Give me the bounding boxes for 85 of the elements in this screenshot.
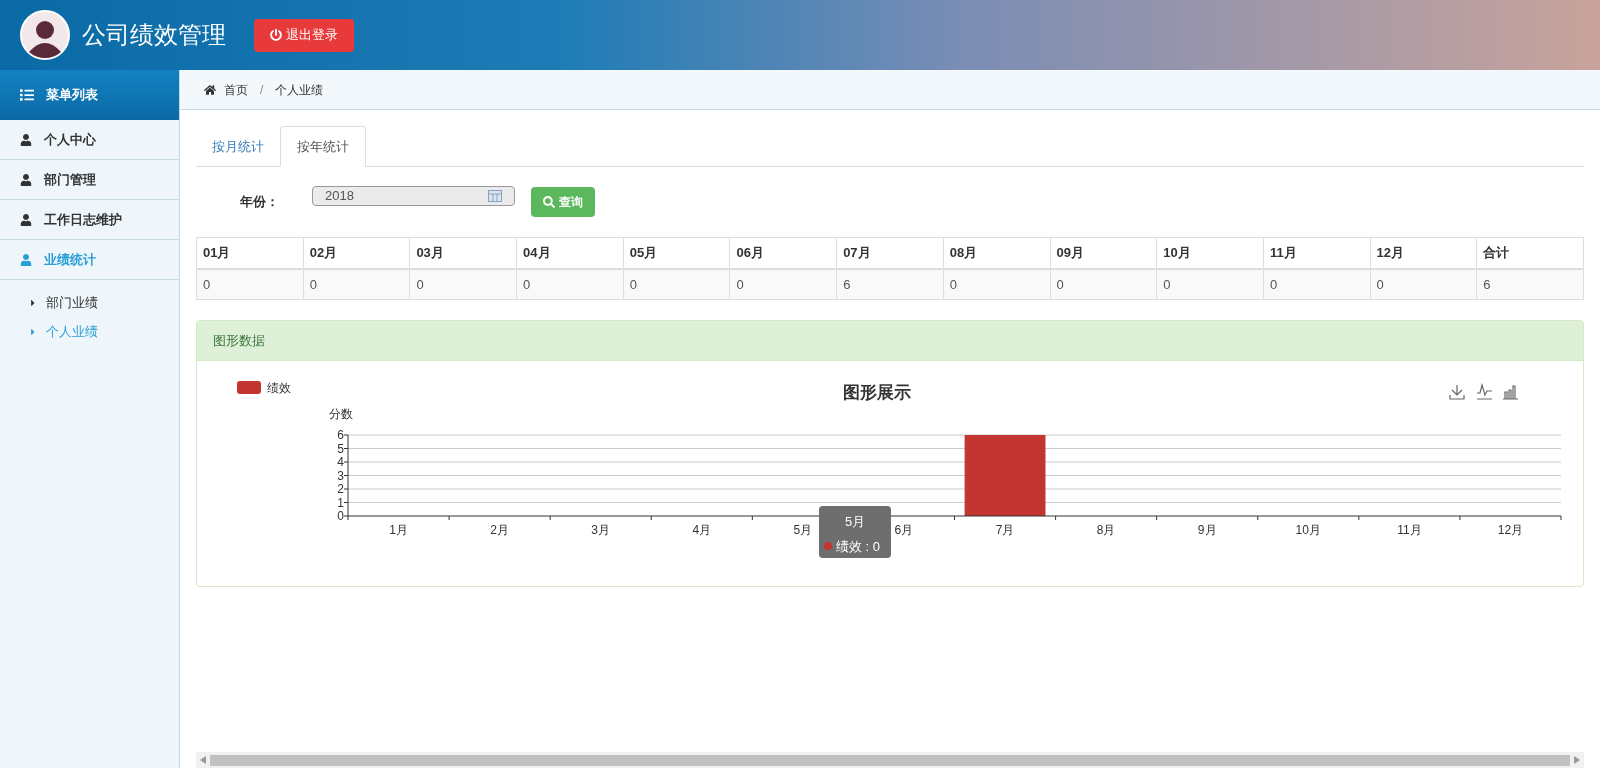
scrollbar-thumb[interactable] (210, 754, 1570, 766)
sidebar-item[interactable]: 工作日志维护 (0, 200, 179, 240)
column-header: 01月 (196, 237, 304, 269)
scroll-right-icon[interactable] (1574, 756, 1580, 764)
sidebar-subitem[interactable]: 部门业绩 (0, 288, 179, 317)
table-cell: 0 (1263, 268, 1371, 300)
table-cell: 0 (943, 268, 1050, 300)
column-header: 12月 (1370, 237, 1477, 269)
table-cell: 0 (1156, 268, 1264, 300)
breadcrumb-link[interactable]: 个人业绩 (275, 80, 324, 99)
list-icon (20, 88, 34, 102)
column-header: 05月 (623, 237, 730, 269)
tooltip-text: 绩效 : 0 (836, 539, 881, 554)
y-tick-label: 0 (337, 509, 344, 523)
legend-label: 绩效 (267, 381, 291, 395)
x-tick-label: 7月 (995, 523, 1015, 537)
column-header: 10月 (1156, 237, 1264, 269)
x-tick-label: 6月 (894, 523, 914, 537)
x-tick-label: 8月 (1096, 523, 1116, 537)
tooltip-background (819, 506, 891, 558)
bar-chart-icon[interactable] (1502, 385, 1519, 400)
search-icon (543, 196, 555, 208)
download-icon[interactable] (1449, 384, 1465, 400)
app-title: 公司绩效管理 (82, 20, 226, 50)
user-icon (20, 253, 32, 266)
user-icon (20, 213, 32, 226)
chart-title: 图形展示 (843, 383, 911, 402)
power-icon (270, 29, 282, 41)
column-header: 03月 (409, 237, 517, 269)
table-cell: 6 (836, 268, 944, 300)
table-cell: 0 (1050, 268, 1157, 300)
chart-legend[interactable]: 绩效 (237, 381, 291, 395)
user-icon (20, 133, 32, 146)
scroll-left-icon[interactable] (200, 756, 206, 764)
sidebar-item[interactable]: 个人中心 (0, 120, 179, 160)
breadcrumb-link[interactable]: 首页 (224, 80, 248, 99)
column-header: 04月 (516, 237, 624, 269)
column-header: 06月 (729, 237, 837, 269)
home-icon (204, 83, 216, 96)
table-cell: 0 (409, 268, 517, 300)
year-field[interactable]: 2018 (312, 186, 515, 206)
column-header: 09月 (1050, 237, 1157, 269)
column-header: 11月 (1263, 237, 1371, 269)
x-tick-label: 3月 (591, 523, 611, 537)
line-chart-icon[interactable] (1476, 382, 1493, 400)
tab[interactable]: 按年统计 (280, 126, 366, 167)
tooltip-title: 5月 (844, 514, 866, 529)
x-tick-label: 11月 (1397, 523, 1422, 537)
avatar (20, 10, 70, 60)
table-cell: 0 (516, 268, 624, 300)
tab[interactable]: 按月统计 (196, 126, 280, 167)
column-header: 合计 (1476, 237, 1584, 269)
table-cell: 6 (1476, 268, 1584, 300)
x-tick-label: 5月 (793, 523, 813, 537)
calendar-icon[interactable] (488, 190, 502, 202)
table-cell: 0 (729, 268, 837, 300)
y-tick-label: 3 (337, 468, 344, 483)
column-header: 07月 (836, 237, 944, 269)
x-tick-label: 2月 (490, 523, 509, 537)
horizontal-scrollbar[interactable] (196, 752, 1584, 768)
column-header: 08月 (943, 237, 1050, 269)
column-header: 02月 (303, 237, 410, 269)
y-tick-label: 6 (337, 428, 344, 442)
table-cell: 0 (303, 268, 410, 300)
menu-title: 菜单列表 (46, 86, 98, 105)
table-cell: 0 (196, 268, 304, 300)
x-tick-label: 12月 (1497, 523, 1524, 537)
panel-heading: 图形数据 (197, 321, 1583, 361)
breadcrumb-separator: / (259, 81, 265, 99)
series-dot (824, 542, 832, 550)
x-tick-label: 9月 (1197, 523, 1217, 537)
y-tick-label: 5 (337, 441, 344, 456)
sidebar-item[interactable]: 部门管理 (0, 160, 179, 200)
x-tick-label: 1月 (389, 523, 408, 537)
table-cell: 0 (1370, 268, 1477, 300)
x-tick-label: 4月 (692, 523, 712, 537)
x-tick-label: 10月 (1295, 523, 1321, 537)
user-icon (20, 173, 32, 186)
y-tick-label: 1 (337, 495, 344, 510)
year-label: 年份： (240, 193, 280, 212)
y-axis-label: 分数 (329, 407, 353, 421)
table-cell: 0 (623, 268, 730, 300)
logout-button[interactable]: 退出登录 (254, 18, 354, 52)
y-tick-label: 2 (337, 482, 344, 496)
y-tick-label: 4 (337, 455, 344, 469)
